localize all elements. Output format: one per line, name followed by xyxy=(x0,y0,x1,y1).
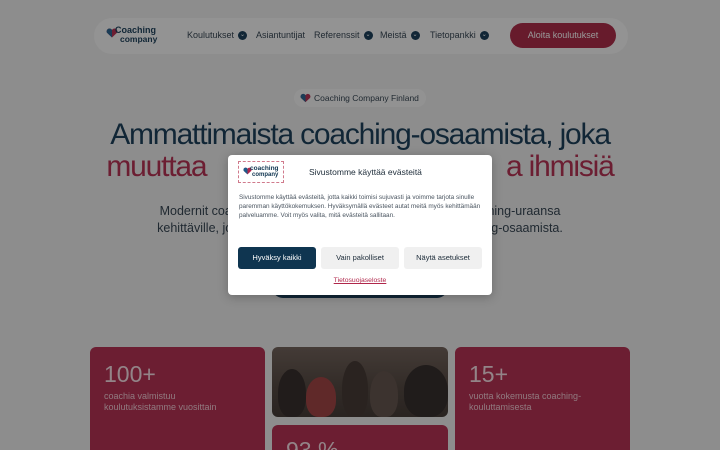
modal-brand-logo: coaching company xyxy=(238,161,284,183)
cookie-dialog-title: Sivustomme käyttää evästeitä xyxy=(309,167,422,177)
privacy-policy-link[interactable]: Tietosuojaseloste xyxy=(228,277,492,284)
cookie-dialog-body: Sivustomme käyttää evästeitä, jotta kaik… xyxy=(239,194,481,219)
necessary-only-button[interactable]: Vain pakolliset xyxy=(321,247,399,269)
cookie-consent-dialog: coaching company Sivustomme käyttää eväs… xyxy=(228,155,492,295)
show-settings-button[interactable]: Näytä asetukset xyxy=(404,247,482,269)
logo-text-line2: company xyxy=(252,172,279,178)
logo-text-line1: coaching xyxy=(250,165,279,172)
accept-all-button[interactable]: Hyväksy kaikki xyxy=(238,247,316,269)
